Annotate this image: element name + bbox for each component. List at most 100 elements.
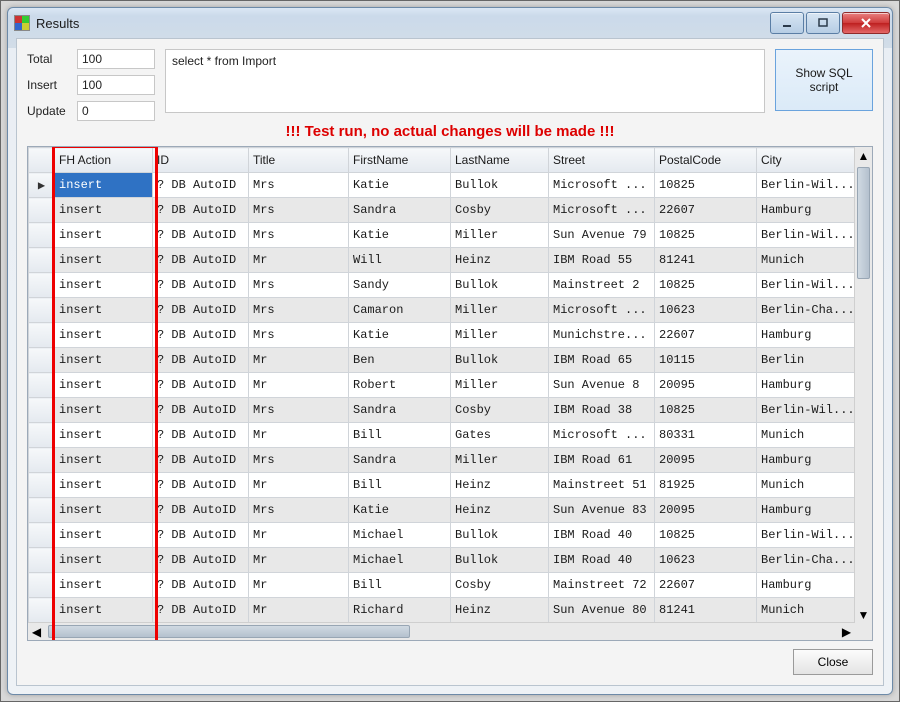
- cell-street[interactable]: IBM Road 65: [549, 348, 655, 373]
- scroll-right-icon[interactable]: ▶: [838, 623, 855, 640]
- maximize-button[interactable]: [806, 12, 840, 34]
- cell-postal[interactable]: 22607: [655, 323, 757, 348]
- cell-first[interactable]: Katie: [349, 223, 451, 248]
- cell-first[interactable]: Bill: [349, 423, 451, 448]
- table-row[interactable]: insert? DB AutoIDMrRobertMillerSun Avenu…: [29, 373, 855, 398]
- cell-action[interactable]: insert: [55, 273, 153, 298]
- cell-first[interactable]: Will: [349, 248, 451, 273]
- cell-title[interactable]: Mrs: [249, 448, 349, 473]
- row-header[interactable]: [29, 548, 55, 573]
- table-row[interactable]: insert? DB AutoIDMrWillHeinzIBM Road 558…: [29, 248, 855, 273]
- cell-title[interactable]: Mrs: [249, 498, 349, 523]
- cell-city[interactable]: Munich: [757, 598, 855, 623]
- cell-postal[interactable]: 10825: [655, 398, 757, 423]
- table-row[interactable]: insert? DB AutoIDMrsKatieMillerMunichstr…: [29, 323, 855, 348]
- cell-city[interactable]: Hamburg: [757, 448, 855, 473]
- cell-first[interactable]: Bill: [349, 573, 451, 598]
- cell-postal[interactable]: 20095: [655, 448, 757, 473]
- cell-city[interactable]: Munich: [757, 248, 855, 273]
- cell-street[interactable]: IBM Road 40: [549, 523, 655, 548]
- cell-last[interactable]: Heinz: [451, 598, 549, 623]
- scroll-thumb-h[interactable]: [48, 625, 410, 638]
- cell-city[interactable]: Munich: [757, 423, 855, 448]
- cell-action[interactable]: insert: [55, 198, 153, 223]
- row-header[interactable]: [29, 523, 55, 548]
- cell-title[interactable]: Mrs: [249, 398, 349, 423]
- cell-street[interactable]: Mainstreet 2: [549, 273, 655, 298]
- cell-street[interactable]: Microsoft ...: [549, 298, 655, 323]
- cell-first[interactable]: Sandra: [349, 398, 451, 423]
- cell-first[interactable]: Sandra: [349, 198, 451, 223]
- row-header[interactable]: [29, 198, 55, 223]
- cell-street[interactable]: IBM Road 38: [549, 398, 655, 423]
- cell-city[interactable]: Hamburg: [757, 498, 855, 523]
- cell-action[interactable]: insert: [55, 523, 153, 548]
- cell-title[interactable]: Mr: [249, 548, 349, 573]
- table-row[interactable]: insert? DB AutoIDMrMichaelBullokIBM Road…: [29, 523, 855, 548]
- cell-action[interactable]: insert: [55, 473, 153, 498]
- cell-street[interactable]: Mainstreet 51: [549, 473, 655, 498]
- cell-city[interactable]: Berlin: [757, 348, 855, 373]
- cell-postal[interactable]: 20095: [655, 498, 757, 523]
- cell-action[interactable]: insert: [55, 173, 153, 198]
- cell-action[interactable]: insert: [55, 423, 153, 448]
- cell-id[interactable]: ? DB AutoID: [153, 223, 249, 248]
- cell-id[interactable]: ? DB AutoID: [153, 248, 249, 273]
- cell-last[interactable]: Miller: [451, 323, 549, 348]
- table-row[interactable]: insert? DB AutoIDMrsSandraMillerIBM Road…: [29, 448, 855, 473]
- cell-postal[interactable]: 10623: [655, 548, 757, 573]
- show-sql-button[interactable]: Show SQL script: [775, 49, 873, 111]
- cell-action[interactable]: insert: [55, 348, 153, 373]
- cell-street[interactable]: Microsoft ...: [549, 423, 655, 448]
- cell-title[interactable]: Mrs: [249, 198, 349, 223]
- cell-postal[interactable]: 10825: [655, 523, 757, 548]
- cell-street[interactable]: Sun Avenue 83: [549, 498, 655, 523]
- table-row[interactable]: insert? DB AutoIDMrBillCosbyMainstreet 7…: [29, 573, 855, 598]
- row-header[interactable]: [29, 473, 55, 498]
- table-row[interactable]: insert? DB AutoIDMrRichardHeinzSun Avenu…: [29, 598, 855, 623]
- cell-id[interactable]: ? DB AutoID: [153, 398, 249, 423]
- cell-postal[interactable]: 20095: [655, 373, 757, 398]
- cell-street[interactable]: Microsoft ...: [549, 173, 655, 198]
- cell-id[interactable]: ? DB AutoID: [153, 298, 249, 323]
- cell-postal[interactable]: 22607: [655, 573, 757, 598]
- cell-last[interactable]: Miller: [451, 373, 549, 398]
- cell-city[interactable]: Berlin-Wil...: [757, 398, 855, 423]
- col-id[interactable]: ID: [153, 148, 249, 173]
- cell-title[interactable]: Mr: [249, 598, 349, 623]
- cell-street[interactable]: Sun Avenue 8: [549, 373, 655, 398]
- cell-action[interactable]: insert: [55, 323, 153, 348]
- cell-city[interactable]: Berlin-Wil...: [757, 273, 855, 298]
- row-header[interactable]: [29, 398, 55, 423]
- cell-id[interactable]: ? DB AutoID: [153, 573, 249, 598]
- col-title[interactable]: Title: [249, 148, 349, 173]
- cell-title[interactable]: Mr: [249, 423, 349, 448]
- cell-last[interactable]: Cosby: [451, 198, 549, 223]
- cell-first[interactable]: Richard: [349, 598, 451, 623]
- table-row[interactable]: insert? DB AutoIDMrsSandyBullokMainstree…: [29, 273, 855, 298]
- cell-city[interactable]: Berlin-Cha...: [757, 298, 855, 323]
- table-row[interactable]: insert? DB AutoIDMrsCamaronMillerMicroso…: [29, 298, 855, 323]
- cell-last[interactable]: Heinz: [451, 248, 549, 273]
- cell-postal[interactable]: 10825: [655, 273, 757, 298]
- cell-last[interactable]: Gates: [451, 423, 549, 448]
- table-row[interactable]: insert? DB AutoIDMrBillHeinzMainstreet 5…: [29, 473, 855, 498]
- cell-first[interactable]: Michael: [349, 548, 451, 573]
- cell-id[interactable]: ? DB AutoID: [153, 423, 249, 448]
- cell-street[interactable]: IBM Road 61: [549, 448, 655, 473]
- cell-last[interactable]: Miller: [451, 298, 549, 323]
- cell-id[interactable]: ? DB AutoID: [153, 523, 249, 548]
- cell-id[interactable]: ? DB AutoID: [153, 373, 249, 398]
- cell-last[interactable]: Bullok: [451, 273, 549, 298]
- cell-city[interactable]: Hamburg: [757, 573, 855, 598]
- cell-title[interactable]: Mrs: [249, 298, 349, 323]
- cell-first[interactable]: Robert: [349, 373, 451, 398]
- cell-street[interactable]: Munichstre...: [549, 323, 655, 348]
- table-row[interactable]: insert? DB AutoIDMrBillGatesMicrosoft ..…: [29, 423, 855, 448]
- cell-last[interactable]: Bullok: [451, 173, 549, 198]
- cell-title[interactable]: Mrs: [249, 273, 349, 298]
- table-row[interactable]: insert? DB AutoIDMrBenBullokIBM Road 651…: [29, 348, 855, 373]
- col-lastname[interactable]: LastName: [451, 148, 549, 173]
- row-header[interactable]: [29, 348, 55, 373]
- cell-postal[interactable]: 81241: [655, 598, 757, 623]
